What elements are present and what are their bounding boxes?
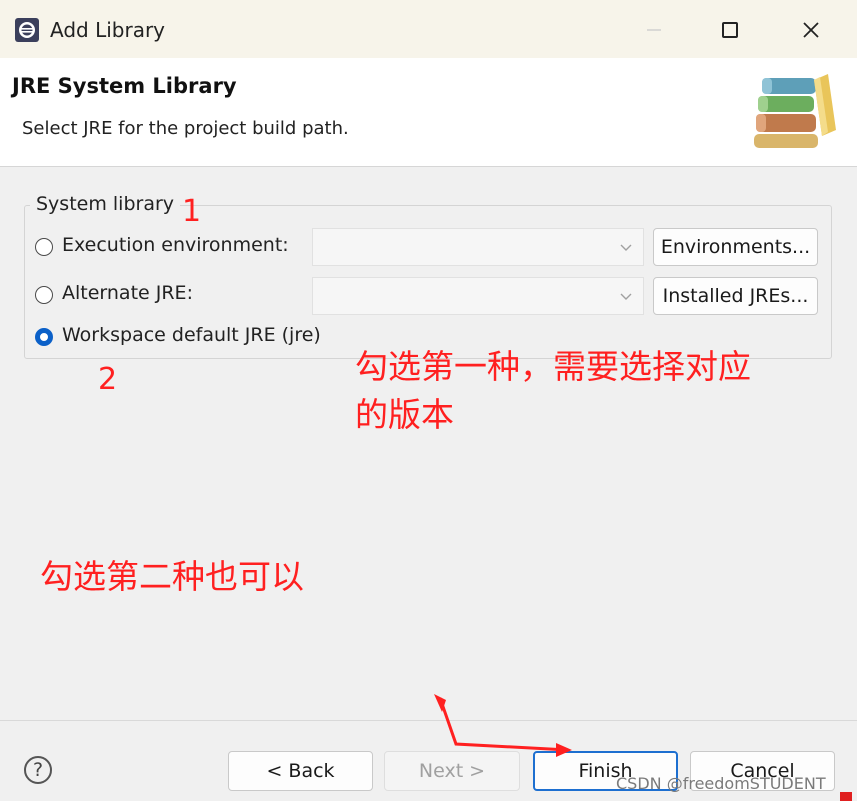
annotation-arrow (434, 694, 572, 757)
add-library-dialog: Add Library JRE System Library Select JR… (0, 0, 857, 801)
watermark: CSDN @freedomSTUDENT (616, 774, 826, 793)
red-marker (840, 792, 852, 801)
